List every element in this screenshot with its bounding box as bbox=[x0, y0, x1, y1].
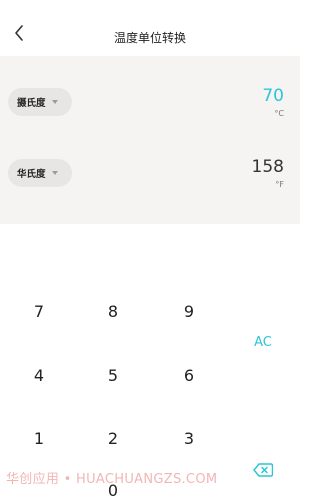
caret-down-icon bbox=[51, 100, 58, 104]
key-7[interactable]: 7 bbox=[14, 296, 64, 326]
key-2[interactable]: 2 bbox=[88, 423, 138, 453]
key-8[interactable]: 8 bbox=[88, 296, 138, 326]
clear-button[interactable]: AC bbox=[238, 327, 288, 357]
target-value[interactable]: 158 bbox=[252, 157, 284, 177]
key-6[interactable]: 6 bbox=[164, 360, 214, 390]
source-value[interactable]: 70 bbox=[262, 86, 284, 106]
target-unit-select[interactable]: 华氏度 bbox=[8, 159, 72, 187]
source-unit-select[interactable]: 摄氏度 bbox=[8, 88, 72, 116]
page-title: 温度单位转换 bbox=[113, 31, 186, 45]
source-unit-suffix: °C bbox=[274, 109, 284, 118]
caret-down-icon bbox=[51, 171, 58, 175]
conversion-panel: 摄氏度 70 °C 华氏度 158 °F bbox=[0, 56, 300, 224]
key-1[interactable]: 1 bbox=[14, 423, 64, 453]
target-unit-label: 华氏度 bbox=[17, 169, 46, 180]
key-4[interactable]: 4 bbox=[14, 360, 64, 390]
key-3[interactable]: 3 bbox=[164, 423, 214, 453]
watermark-text: 华创应用 • HUACHUANGZS.COM bbox=[6, 472, 218, 487]
target-unit-suffix: °F bbox=[275, 180, 284, 189]
app-header: 温度单位转换 bbox=[0, 0, 300, 56]
source-unit-label: 摄氏度 bbox=[17, 98, 46, 109]
key-5[interactable]: 5 bbox=[88, 360, 138, 390]
source-unit-row: 摄氏度 70 °C bbox=[0, 78, 300, 138]
key-9[interactable]: 9 bbox=[164, 296, 214, 326]
target-unit-row: 华氏度 158 °F bbox=[0, 149, 300, 209]
